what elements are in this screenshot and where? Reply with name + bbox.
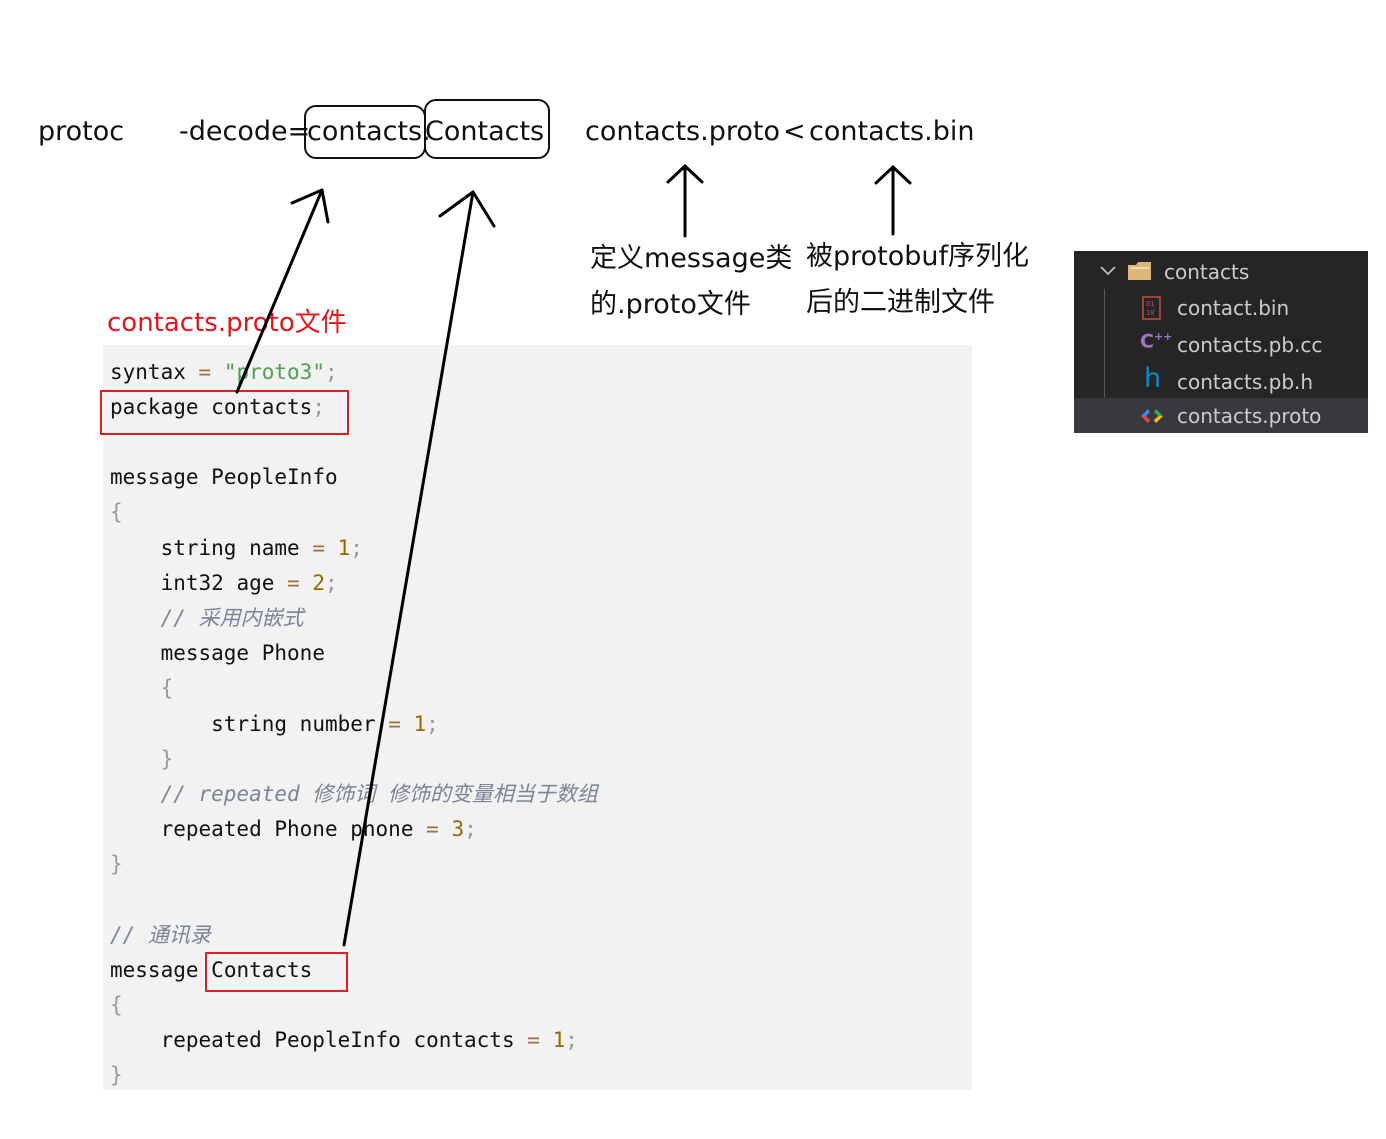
- file-label: contact.bin: [1177, 296, 1290, 320]
- chevron-down-icon: [1100, 266, 1116, 276]
- file-item-contacts-proto[interactable]: contacts.proto: [1074, 398, 1368, 433]
- binary-file-icon: 01 10: [1142, 296, 1161, 320]
- cpp-file-icon: C++: [1140, 330, 1173, 353]
- svg-text:01: 01: [1146, 300, 1154, 308]
- file-item-contacts-pb-cc[interactable]: C++ contacts.pb.cc: [1074, 326, 1368, 363]
- svg-text:10: 10: [1146, 309, 1154, 317]
- file-label: contacts.proto: [1177, 404, 1322, 428]
- file-label: contacts.pb.h: [1177, 370, 1314, 394]
- arrow-proto-note: [666, 164, 704, 238]
- file-explorer: contacts 01 10 contact.bin C++ contacts.…: [1074, 251, 1368, 433]
- folder-open-icon: [1128, 262, 1151, 280]
- folder-label: contacts: [1164, 260, 1250, 284]
- file-item-contact-bin[interactable]: 01 10 contact.bin: [1074, 289, 1368, 326]
- arrows-overlay: [235, 164, 912, 947]
- file-item-contacts-pb-h[interactable]: h contacts.pb.h: [1074, 363, 1368, 400]
- folder-contacts[interactable]: contacts: [1074, 253, 1368, 290]
- header-file-icon: h: [1144, 363, 1162, 394]
- arrow-bin-note: [874, 165, 912, 236]
- arrow-package-to-command: [235, 188, 330, 394]
- file-label: contacts.pb.cc: [1177, 333, 1323, 357]
- proto-file-icon: [1141, 409, 1163, 423]
- arrow-contacts-to-command: [342, 190, 496, 947]
